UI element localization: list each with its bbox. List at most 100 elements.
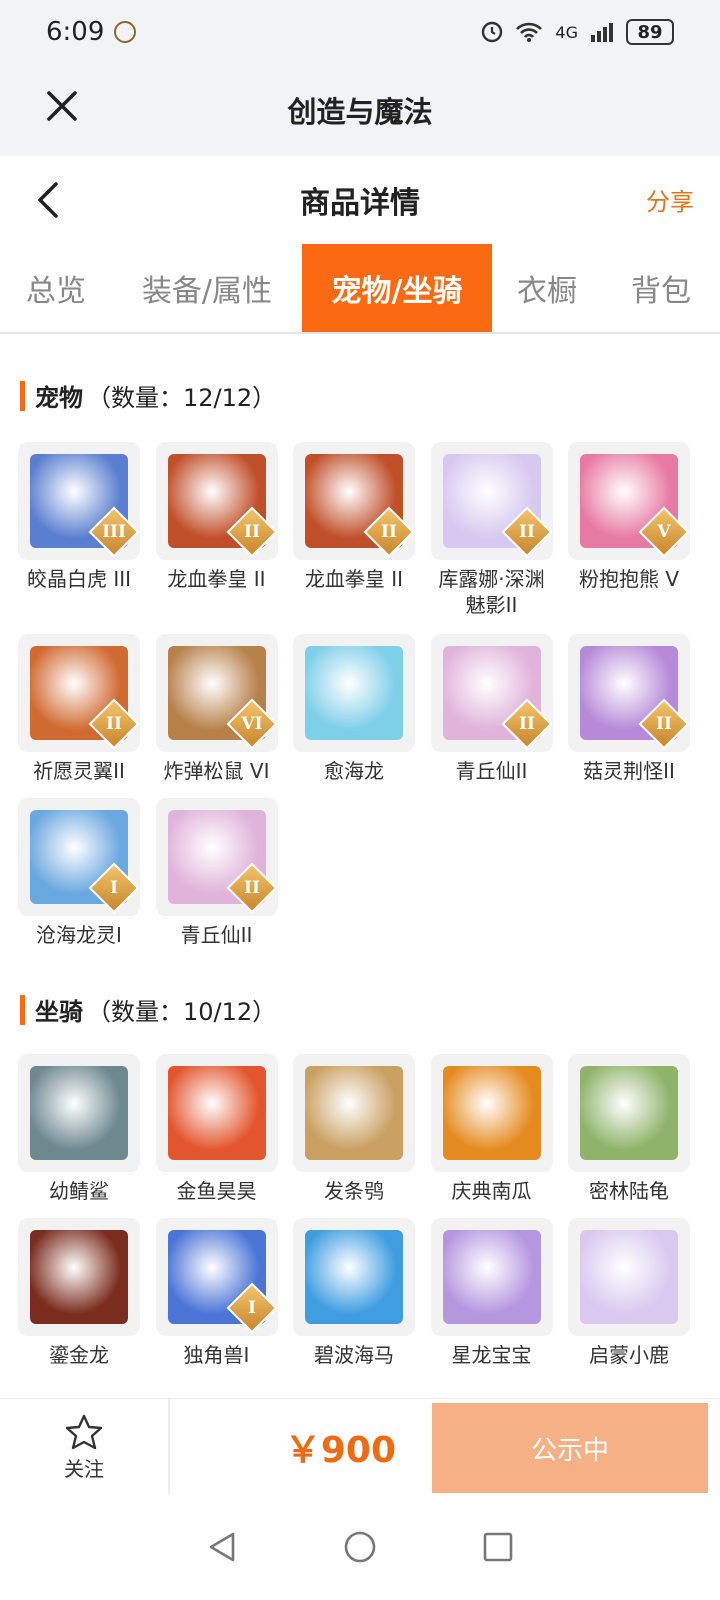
system-nav-bar (0, 1494, 720, 1600)
home-nav-icon[interactable] (343, 1530, 377, 1564)
grid-item[interactable]: II 青丘仙II (155, 798, 278, 948)
back-button[interactable] (30, 176, 70, 224)
item-name: 幼鲭鲨 (49, 1179, 109, 1203)
status-button[interactable]: 公示中 (432, 1403, 708, 1493)
grid-item[interactable]: 愈海龙 (293, 634, 415, 784)
grid-item[interactable]: 鎏金龙 (18, 1218, 140, 1368)
follow-button[interactable]: 关注 (0, 1399, 170, 1495)
item-image (580, 1066, 678, 1160)
item-image (580, 1230, 678, 1324)
alarm-icon (482, 21, 503, 43)
page-title: 商品详情 (300, 186, 420, 221)
item-name: 启蒙小鹿 (589, 1343, 669, 1367)
grid-item[interactable]: I 独角兽I (155, 1218, 278, 1368)
pets-section-title: 宠物 （数量：12/12） (20, 378, 276, 413)
item-thumbnail (293, 1218, 415, 1336)
item-name: 独角兽I (183, 1343, 250, 1367)
battery-level: 89 (637, 21, 663, 43)
tab-overview[interactable]: 总览 (0, 244, 112, 332)
rank-badge-label: II (243, 522, 260, 542)
grid-item[interactable]: II 龙血拳皇 II (293, 442, 415, 592)
grid-item[interactable]: 星龙宝宝 (430, 1218, 553, 1368)
grid-item[interactable]: 金鱼昊昊 (155, 1054, 278, 1204)
rank-badge-label: III (102, 522, 126, 542)
item-name: 炸弹松鼠 VI (163, 759, 270, 783)
grid-item[interactable]: 密林陆龟 (568, 1054, 690, 1204)
item-thumbnail (293, 634, 415, 752)
grid-item[interactable]: III 皎晶白虎 III (18, 442, 140, 592)
tab-wardrobe[interactable]: 衣橱 (492, 244, 602, 332)
rank-badge-label: II (243, 878, 260, 898)
item-thumbnail: II (18, 634, 140, 752)
share-button[interactable]: 分享 (646, 182, 694, 217)
status-icons: 4G 89 (481, 19, 674, 45)
bottom-bar: 关注 ￥900 公示中 (0, 1398, 720, 1495)
item-thumbnail (430, 1218, 553, 1336)
chevron-left-icon (38, 182, 58, 218)
item-thumbnail (293, 1054, 415, 1172)
grid-item[interactable]: 庆典南瓜 (430, 1054, 553, 1204)
mounts-section-title: 坐骑 （数量：10/12） (20, 992, 276, 1027)
item-image (442, 1230, 541, 1324)
grid-item[interactable]: I 沧海龙灵I (18, 798, 140, 948)
item-name: 青丘仙II (180, 923, 253, 947)
close-button[interactable] (40, 84, 84, 128)
grid-item[interactable]: II 菇灵荆怪II (568, 634, 690, 784)
item-thumbnail (568, 1218, 690, 1336)
mounts-count: （数量：10/12） (87, 998, 277, 1026)
price: ￥900 (284, 1430, 396, 1471)
star-icon (65, 1414, 103, 1449)
tab-equipment[interactable]: 装备/属性 (112, 244, 302, 332)
item-image (305, 1230, 403, 1324)
item-name: 碧波海马 (314, 1343, 394, 1367)
item-image (167, 1066, 266, 1160)
rank-badge-label: V (657, 522, 671, 542)
item-name: 青丘仙II (455, 759, 528, 783)
grid-item[interactable]: II 青丘仙II (430, 634, 553, 784)
item-thumbnail: I (18, 798, 140, 916)
grid-item[interactable]: VI 炸弹松鼠 VI (155, 634, 278, 784)
item-image (305, 646, 403, 740)
grid-item[interactable]: V 粉抱抱熊 V (568, 442, 690, 592)
item-image (30, 1230, 128, 1324)
grid-item[interactable]: 碧波海马 (293, 1218, 415, 1368)
item-thumbnail (155, 1054, 278, 1172)
grid-item[interactable]: II 祈愿灵翼II (18, 634, 140, 784)
recents-nav-icon[interactable] (481, 1530, 515, 1564)
rank-badge-label: II (381, 522, 397, 542)
rank-badge-label: II (518, 714, 535, 734)
item-name: 金鱼昊昊 (176, 1179, 257, 1203)
grid-item[interactable]: 幼鲭鲨 (18, 1054, 140, 1204)
grid-item[interactable]: 启蒙小鹿 (568, 1218, 690, 1368)
grid-item[interactable]: 发条鸮 (293, 1054, 415, 1204)
mounts-title: 坐骑 (35, 998, 83, 1026)
grid-item[interactable]: II 库露娜·深渊魅影II (430, 442, 553, 618)
back-nav-icon[interactable] (205, 1530, 239, 1564)
network-type: 4G (555, 22, 578, 42)
item-thumbnail: II (430, 634, 553, 752)
item-name: 皎晶白虎 III (26, 567, 132, 591)
item-image (305, 1066, 403, 1160)
item-thumbnail (18, 1054, 140, 1172)
tab-backpack[interactable]: 背包 (602, 244, 720, 332)
item-name: 龙血拳皇 II (167, 567, 266, 591)
item-name: 密林陆龟 (589, 1179, 669, 1203)
pets-title: 宠物 (35, 384, 83, 412)
signal-icon (591, 23, 613, 42)
tab-pets-mounts[interactable]: 宠物/坐骑 (302, 244, 492, 332)
item-name: 龙血拳皇 II (304, 567, 404, 591)
follow-label: 关注 (64, 1456, 104, 1481)
app-header: 创造与魔法 (0, 64, 720, 156)
item-name: 菇灵荆怪II (583, 759, 675, 783)
item-thumbnail: II (568, 634, 690, 752)
item-name: 库露娜·深渊魅影II (438, 567, 545, 617)
item-thumbnail: II (155, 442, 278, 560)
item-thumbnail (568, 1054, 690, 1172)
item-thumbnail (18, 1218, 140, 1336)
rank-badge-label: II (106, 714, 122, 734)
grid-item[interactable]: II 龙血拳皇 II (155, 442, 278, 592)
battery-icon: 89 (626, 19, 674, 45)
page-header: 商品详情 分享 (0, 156, 720, 244)
rank-badge-label: II (656, 714, 672, 734)
item-thumbnail: V (568, 442, 690, 560)
